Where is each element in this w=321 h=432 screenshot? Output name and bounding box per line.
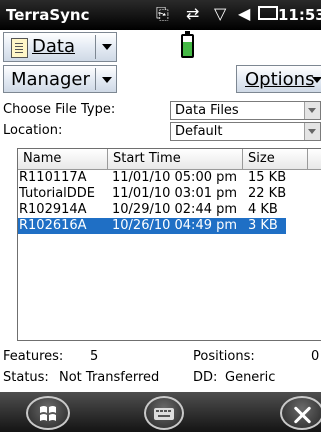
manager-menu-label: Manager xyxy=(11,69,90,90)
table-row[interactable]: R102914A 10/29/10 02:44 pm 4 KB xyxy=(18,202,321,218)
file-name: TutorialDDE xyxy=(19,186,96,201)
positions-label: Positions: xyxy=(193,349,255,364)
data-menu-button[interactable]: Data xyxy=(3,32,117,62)
file-size: 4 KB xyxy=(248,202,278,217)
status-label: Status: xyxy=(3,370,49,385)
positions-value: 0 xyxy=(311,349,320,364)
battery-status-icon[interactable] xyxy=(258,6,278,20)
features-label: Features: xyxy=(3,349,64,364)
table-row-selected[interactable]: R102616A 10/26/10 04:49 pm 3 KB xyxy=(18,218,286,234)
file-name: R102914A xyxy=(19,202,87,217)
chevron-down-icon xyxy=(312,77,321,83)
file-size: 3 KB xyxy=(248,218,278,233)
table-row[interactable]: TutorialDDE 11/01/10 03:01 pm 22 KB xyxy=(18,186,321,202)
chevron-down-icon xyxy=(308,108,316,113)
dd-value: Generic xyxy=(225,370,276,385)
dd-label: DD: xyxy=(193,370,218,385)
connection-icon[interactable]: ⇄ xyxy=(186,4,199,23)
column-header-start-time[interactable]: Start Time xyxy=(108,149,243,169)
sync-icon[interactable]: ⎘ xyxy=(156,4,169,24)
column-header-name[interactable]: Name xyxy=(18,149,108,169)
chevron-down-icon xyxy=(308,129,316,134)
document-icon xyxy=(11,38,28,58)
file-start-time: 10/29/10 02:44 pm xyxy=(112,202,238,217)
no-signal-icon[interactable]: ▽ xyxy=(214,4,226,23)
status-value: Not Transferred xyxy=(59,370,160,385)
chevron-down-icon[interactable] xyxy=(102,77,112,83)
toolbar-row-2: Manager Options xyxy=(0,64,321,94)
options-menu-label: Options xyxy=(245,69,315,90)
app-title: TerraSync xyxy=(6,6,90,24)
chevron-down-icon[interactable] xyxy=(102,44,112,50)
clock[interactable]: 11:53 xyxy=(278,6,321,24)
location-select[interactable]: Default xyxy=(170,122,321,141)
file-start-time: 11/01/10 03:01 pm xyxy=(112,186,238,201)
list-header: Name Start Time Size xyxy=(18,149,321,170)
file-type-select[interactable]: Data Files xyxy=(170,101,321,120)
windows-icon xyxy=(40,406,56,421)
file-type-value: Data Files xyxy=(175,103,239,118)
keyboard-icon xyxy=(154,408,174,420)
file-start-time: 11/01/10 05:00 pm xyxy=(112,170,238,185)
table-row[interactable]: R110117A 11/01/10 05:00 pm 15 KB xyxy=(18,170,321,186)
toolbar-row: Data xyxy=(0,30,321,65)
windows-start-button[interactable] xyxy=(26,396,70,430)
options-menu-button[interactable]: Options xyxy=(236,65,321,93)
battery-icon[interactable] xyxy=(181,31,194,58)
location-label: Location: xyxy=(3,123,63,138)
keyboard-button[interactable] xyxy=(144,396,184,430)
file-size: 22 KB xyxy=(248,186,287,201)
manager-menu-button[interactable]: Manager xyxy=(3,65,117,93)
column-header-size[interactable]: Size xyxy=(243,149,308,169)
volume-icon[interactable]: ◀ xyxy=(238,4,250,23)
close-button[interactable] xyxy=(280,396,321,430)
data-menu-label: Data xyxy=(32,36,75,57)
file-size: 15 KB xyxy=(248,170,287,185)
features-value: 5 xyxy=(90,349,99,364)
file-name: R102616A xyxy=(19,218,87,233)
file-list[interactable]: Name Start Time Size R110117A 11/01/10 0… xyxy=(17,148,321,341)
file-name: R110117A xyxy=(19,170,87,185)
file-type-label: Choose File Type: xyxy=(3,102,116,117)
file-start-time: 10/26/10 04:49 pm xyxy=(112,218,238,233)
location-value: Default xyxy=(175,124,223,139)
status-bar: TerraSync ⎘ ⇄ ▽ ◀ 11:53 xyxy=(0,0,321,30)
